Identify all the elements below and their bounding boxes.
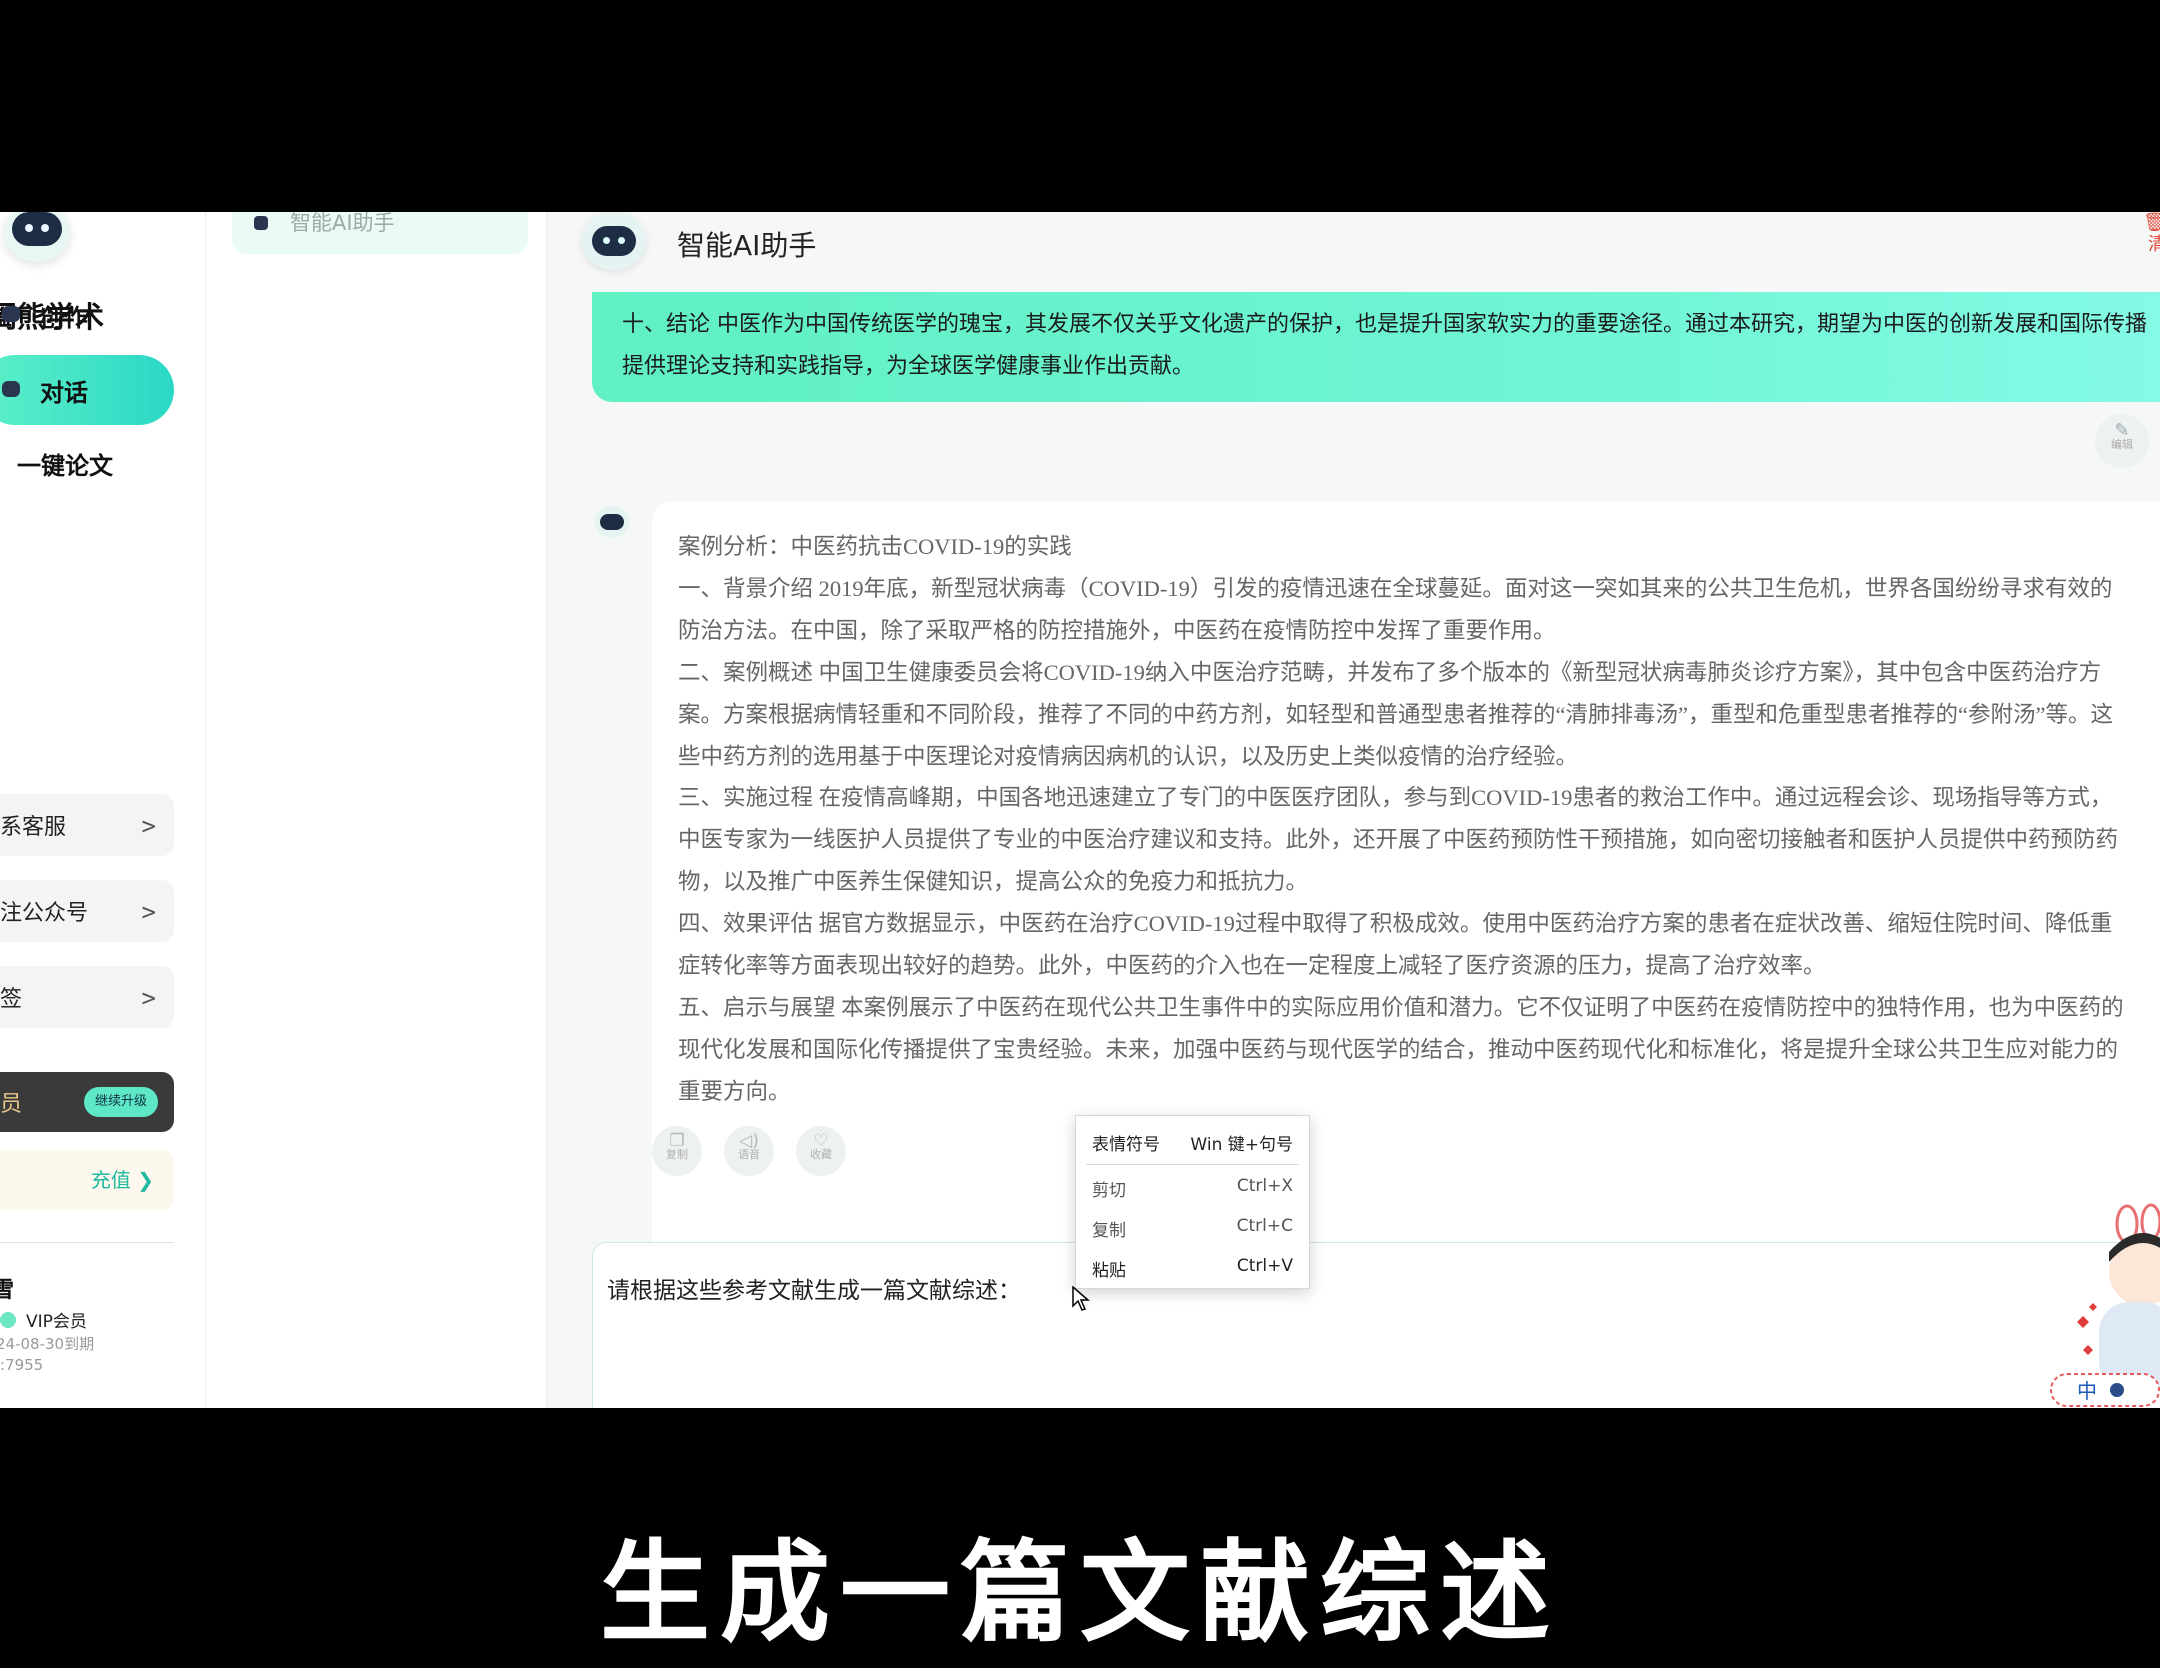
robot-logo-icon [4,212,70,262]
copy-icon: ❐ [669,1131,685,1151]
menu-item-shortcut: Win 键+句号 [1190,1135,1293,1155]
chat-panel: 智能AI助手 🗑 清 十、结论 中医作为中国传统医学的瑰宝，其发展不仅关乎文化遗… [547,212,2160,1408]
side-link-label: 签 [0,987,23,1012]
menu-item-copy[interactable]: 复制 Ctrl+C [1092,1216,1293,1241]
robot-avatar-icon [595,506,629,538]
bot-message-line: 些中药方剂的选用基于中医理论对疫情病因病机的认识，以及历史上类似疫情的治疗经验。 [678,743,1579,769]
robot-icon [2,306,20,322]
robot-avatar-icon [582,212,646,270]
bot-message-line: 防治方法。在中国，除了采取严格的防控措施外，中医药在疫情防控中发挥了重要作用。 [678,617,1556,643]
edit-label: 编辑 [2111,438,2133,451]
edit-button[interactable]: ✎ 编辑 [2095,414,2149,468]
mascot-sticker-icon: 中 [2050,1203,2160,1407]
bot-message-line: 症转化率等方面表现出较好的趋势。此外，中医药的介入也在一定程度上减轻了医疗资源的… [678,953,1826,979]
menu-separator [1086,1164,1299,1165]
bot-message-line: 三、实施过程 在疫情高峰期，中国各地迅速建立了专门的中医医疗团队，参与到COVI… [678,785,2113,811]
menu-item-shortcut: Ctrl+X [1236,1176,1293,1196]
divider [0,1242,174,1243]
voice-button[interactable]: ◁) 语音 [724,1126,774,1176]
message-input[interactable]: 请根据这些参考文献生成一篇文献综述： [592,1242,2160,1408]
nav-item-one-click-paper[interactable]: 一键论文 [0,428,174,498]
bot-message-line: 五、启示与展望 本案例展示了中医药在现代公共卫生事件中的实际应用价值和潜力。它不… [678,994,2124,1020]
chevron-right-icon: > [141,812,156,840]
chevron-right-icon: > [141,898,156,926]
copy-button[interactable]: ❐ 复制 [652,1126,702,1176]
favorite-button[interactable]: ♡ 收藏 [796,1126,846,1176]
bot-message-line: 重要方向。 [678,1078,791,1104]
menu-item-cut[interactable]: 剪切 Ctrl+X [1092,1176,1293,1201]
bot-message-line: 四、效果评估 据官方数据显示，中医药在治疗COVID-19过程中取得了积极成效。… [678,911,2113,937]
nav-label: 一键论文 [17,451,113,480]
upgrade-button[interactable]: 继续升级 [83,1087,158,1117]
menu-item-label: 粘贴 [1092,1261,1126,1281]
menu-item-shortcut: Ctrl+V [1236,1256,1293,1276]
bot-message-line: 案例分析：中医药抗击COVID-19的实践 [678,534,1072,559]
nav-item-chat[interactable]: 对话 [0,355,174,425]
side-link-label: 系客服 [0,815,67,840]
nav-item-create[interactable]: 创作 [0,280,174,350]
menu-item-label: 表情符号 [1092,1135,1160,1155]
conversation-item[interactable]: 智能AI助手 [232,212,528,254]
message-input-text[interactable]: 请根据这些参考文献生成一篇文献综述： [607,1271,1021,1305]
side-link-label: 注公众号 [0,901,89,926]
bot-message-line: 二、案例概述 中国卫生健康委员会将COVID-19纳入中医治疗范畴，并发布了多个… [678,659,2102,685]
side-link-customer-service[interactable]: 系客服 > [0,794,174,856]
svg-text:中: 中 [2077,1379,2097,1403]
chevron-right-icon: > [141,984,156,1012]
recharge-button[interactable]: 充值 ❯ [0,1150,174,1210]
nav-label: 对话 [40,378,88,407]
bot-message-line: 中医专家为一线医护人员提供了专业的中医治疗建议和支持。此外，还开展了中医药预防性… [678,827,2119,853]
bot-message-line: 一、背景介绍 2019年底，新型冠状病毒（COVID-19）引发的疫情迅速在全球… [678,575,2113,601]
voice-label: 语音 [738,1148,760,1161]
conversation-list: 智能AI助手 [206,212,547,1408]
vip-bar: 员 继续升级 [0,1072,174,1132]
menu-item-label: 复制 [1092,1221,1126,1241]
heart-icon: ♡ [813,1131,829,1151]
menu-item-emoji[interactable]: 表情符号 Win 键+句号 [1092,1130,1293,1155]
menu-item-shortcut: Ctrl+C [1236,1216,1293,1236]
speaker-icon: ◁) [739,1131,759,1151]
favorite-label: 收藏 [810,1148,832,1161]
left-sidebar: 阖熊学术 创作 对话 一键论文 系客服 > 注公众号 > 签 > 员 继续升级 … [0,212,206,1408]
clear-label: 清 [2148,234,2160,255]
bot-message-line: 现代化发展和国际化传播提供了宝贵经验。未来，加强中医药与现代医学的结合，推动中医… [678,1036,2119,1062]
copy-label: 复制 [666,1148,688,1161]
side-link-sign[interactable]: 签 > [0,966,174,1028]
chat-icon [2,381,20,397]
chat-title: 智能AI助手 [677,229,817,262]
menu-item-paste[interactable]: 粘贴 Ctrl+V [1092,1256,1293,1281]
user-id: :7955 [0,1356,44,1374]
menu-item-label: 剪切 [1092,1181,1126,1201]
vip-label: 员 [0,1092,23,1117]
video-caption: 生成一篇文献综述 [600,1529,1560,1657]
chat-icon [254,216,268,230]
nav-label: 创作 [40,303,88,332]
conversation-label: 智能AI助手 [290,212,395,235]
trash-icon: 🗑 [2143,212,2160,233]
message-actions: ❐ 复制 ◁) 语音 ♡ 收藏 [652,1126,846,1176]
side-link-official-account[interactable]: 注公众号 > [0,880,174,942]
mouse-cursor-icon [1072,1286,1090,1311]
user-message: 十、结论 中医作为中国传统医学的瑰宝，其发展不仅关乎文化遗产的保护，也是提升国家… [592,292,2160,402]
vip-check-icon [0,1311,16,1328]
bot-message-line: 物，以及推广中医养生保健知识，提高公众的免疫力和抵抗力。 [678,869,1309,895]
bot-message: 案例分析：中医药抗击COVID-19的实践 一、背景介绍 2019年底，新型冠状… [652,502,2160,1324]
user-expiry: 24-08-30到期 [0,1335,95,1353]
context-menu: 表情符号 Win 键+句号 剪切 Ctrl+X 复制 Ctrl+C 粘贴 Ctr… [1075,1115,1310,1289]
bot-message-line: 案。方案根据病情轻重和不同阶段，推荐了不同的中药方剂，如轻型和普通型患者推荐的“… [678,701,2113,727]
user-name: 雪 [0,1278,15,1303]
vip-level: VIP会员 [26,1312,87,1332]
user-vip-status: VIP会员 [0,1307,87,1332]
chat-header: 智能AI助手 🗑 清 [547,212,2160,290]
edit-icon: ✎ [2114,420,2130,441]
clear-chat-button[interactable]: 🗑 清 [2143,212,2160,256]
